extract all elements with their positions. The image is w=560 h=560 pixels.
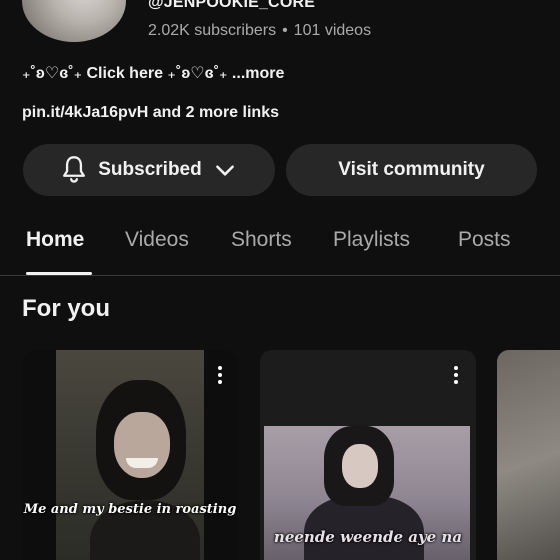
visit-community-label: Visit community [338,159,485,180]
channel-tabs: Home Videos Shorts Playlists Posts [0,216,560,276]
chevron-down-icon [212,157,238,183]
short-caption: Me and my bestie in roasting [23,502,237,517]
bell-icon [60,155,88,185]
active-tab-indicator [26,272,92,275]
subscribed-label: Subscribed [98,159,202,180]
subscriber-count: 2.02K subscribers [148,22,277,39]
short-card[interactable] [497,350,560,560]
section-title: For you [22,295,110,322]
tab-playlists[interactable]: Playlists [333,228,410,252]
more-link[interactable]: ...more [232,65,284,82]
visit-community-button[interactable]: Visit community [286,144,537,196]
more-vert-icon[interactable] [453,366,459,384]
thumbnail-face [114,412,170,478]
channel-description[interactable]: ₊˚ʚ♡ɞ˚₊ Click here ₊˚ʚ♡ɞ˚₊ ...more [22,63,284,83]
channel-avatar[interactable] [22,0,126,42]
channel-links[interactable]: pin.it/4kJa16pvH and 2 more links [22,104,279,122]
thumbnail-face [342,444,378,488]
more-vert-icon[interactable] [217,366,223,384]
tab-posts[interactable]: Posts [458,228,511,252]
tab-shorts[interactable]: Shorts [231,228,292,252]
short-thumbnail [497,350,560,560]
channel-handle: @JENPOOKIE_CORE [148,0,316,11]
channel-meta: 2.02K subscribers • 101 videos [148,22,371,40]
subscribed-button[interactable]: Subscribed [23,144,275,196]
short-card[interactable]: neende weende aye na [260,350,476,560]
thumbnail-smile [126,458,158,468]
tab-home[interactable]: Home [26,228,84,252]
short-caption: neende weende aye na [273,528,463,546]
short-card[interactable]: Me and my bestie in roasting [22,350,238,560]
meta-separator: • [282,22,288,39]
short-thumbnail [56,350,204,560]
description-text: ₊˚ʚ♡ɞ˚₊ Click here ₊˚ʚ♡ɞ˚₊ [22,65,228,82]
video-count: 101 videos [293,22,372,39]
tab-videos[interactable]: Videos [125,228,189,252]
letterbox-left [22,350,56,560]
